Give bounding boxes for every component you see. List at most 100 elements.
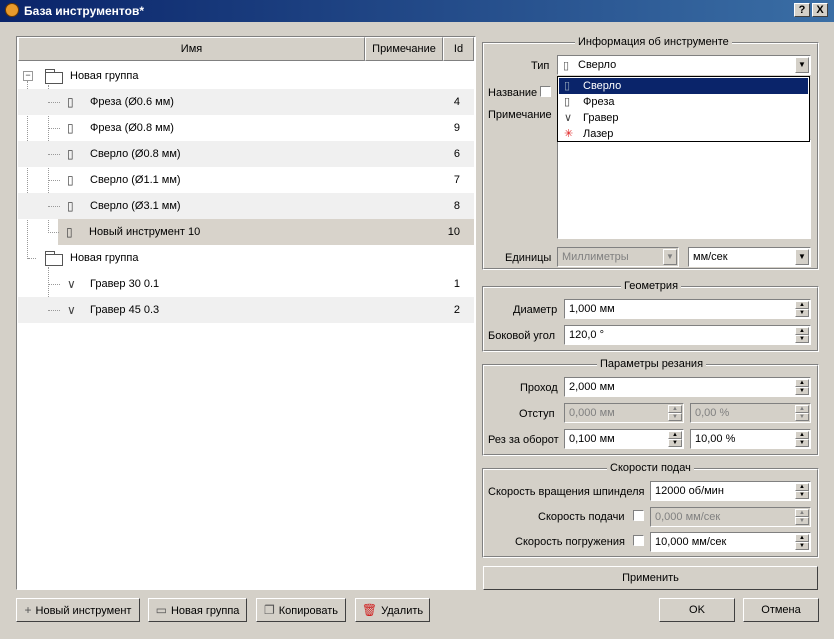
- tree-row[interactable]: ▯ Фреза (Ø0.8 мм) 9: [18, 115, 474, 141]
- title-bar[interactable]: База инструментов* ? X: [0, 0, 834, 22]
- copy-icon: ❐: [264, 603, 275, 617]
- chevron-down-icon[interactable]: ▼: [795, 57, 809, 73]
- diameter-spinner[interactable]: ▲ ▼: [795, 301, 809, 317]
- tool-id: 8: [453, 200, 460, 212]
- tree-group-row[interactable]: − Новая группа: [18, 63, 474, 89]
- ok-button[interactable]: OK: [659, 598, 735, 622]
- copy-button[interactable]: ❐ Копировать: [256, 598, 346, 622]
- tool-label: Фреза (Ø0.8 мм): [90, 122, 174, 134]
- units-select[interactable]: Миллиметры ▼: [557, 247, 679, 267]
- collapse-icon[interactable]: −: [23, 71, 33, 81]
- spindle-speed-spinner[interactable]: ▲ ▼: [795, 483, 809, 499]
- group-title: Геометрия: [621, 280, 682, 292]
- delete-button[interactable]: 🗑 Удалить: [355, 598, 430, 622]
- type-dropdown-list[interactable]: ▯ Сверло ▯ Фреза ∨ Гравер ✳ Лазер: [557, 76, 810, 142]
- note-textarea[interactable]: [557, 139, 811, 239]
- cancel-button[interactable]: Отмена: [743, 598, 819, 622]
- type-label: Тип: [531, 60, 550, 72]
- close-button[interactable]: X: [812, 3, 828, 17]
- type-option-mill[interactable]: ▯ Фреза: [559, 94, 808, 110]
- cut-per-rev-percent-input[interactable]: 10,00 % ▲ ▼: [690, 429, 811, 449]
- type-option-engraver[interactable]: ∨ Гравер: [559, 110, 808, 126]
- speed-units-select[interactable]: мм/сек ▼: [688, 247, 811, 267]
- app-icon: [5, 3, 19, 17]
- new-tool-button[interactable]: + Новый инструмент: [16, 598, 140, 622]
- tool-database-dialog: База инструментов* ? X Имя Примечание Id…: [0, 0, 834, 639]
- diameter-input[interactable]: 1,000 мм ▲ ▼: [564, 299, 811, 319]
- type-select[interactable]: ▯ Сверло ▼: [557, 55, 811, 75]
- pass-input[interactable]: 2,000 мм ▲ ▼: [564, 377, 811, 397]
- plunge-speed-spinner[interactable]: ▲ ▼: [795, 534, 809, 550]
- name-checkbox[interactable]: [540, 86, 551, 97]
- tree-row[interactable]: ∨ Гравер 45 0.3 2: [18, 297, 474, 323]
- feed-speed-checkbox[interactable]: [633, 510, 644, 521]
- group-label: Новая группа: [70, 252, 139, 264]
- group-label: Новая группа: [70, 70, 139, 82]
- tool-label: Новый инструмент 10: [89, 226, 201, 238]
- engraver-icon: ∨: [564, 112, 573, 124]
- folder-icon: ▭: [155, 603, 167, 617]
- tree-row[interactable]: ∨ Гравер 30 0.1 1: [18, 271, 474, 297]
- help-button[interactable]: ?: [794, 3, 810, 17]
- tool-id: 4: [453, 96, 460, 108]
- chevron-down-icon[interactable]: ▼: [795, 249, 809, 265]
- side-angle-input[interactable]: 120,0 ° ▲ ▼: [564, 325, 811, 345]
- note-label: Примечание: [488, 109, 552, 121]
- feed-speed-label: Скорость подачи: [538, 511, 625, 523]
- tree-row-selected[interactable]: ▯ Новый инструмент 10 10: [58, 219, 474, 245]
- mill-icon: ▯: [564, 96, 571, 108]
- group-title: Информация об инструменте: [575, 36, 732, 48]
- tool-id: 6: [453, 148, 460, 160]
- tree-group-row[interactable]: Новая группа: [18, 245, 474, 271]
- tree-row[interactable]: ▯ Сверло (Ø1.1 мм) 7: [18, 167, 474, 193]
- offset-percent-input: 0,00 % ▲ ▼: [690, 403, 811, 423]
- column-header-id[interactable]: Id: [443, 37, 474, 61]
- drill-icon: ▯: [67, 173, 74, 187]
- units-label: Единицы: [505, 252, 552, 264]
- offset-spinner: ▲ ▼: [668, 405, 682, 421]
- new-group-button[interactable]: ▭ Новая группа: [148, 598, 247, 622]
- tool-label: Сверло (Ø0.8 мм): [90, 148, 181, 160]
- offset-input: 0,000 мм ▲ ▼: [564, 403, 684, 423]
- tool-id: 9: [453, 122, 460, 134]
- tree-row[interactable]: ▯ Сверло (Ø0.8 мм) 6: [18, 141, 474, 167]
- tool-id: 7: [453, 174, 460, 186]
- type-option-laser[interactable]: ✳ Лазер: [559, 126, 808, 142]
- feed-speeds-group: Скорости подач Скорость вращения шпиндел…: [482, 462, 819, 558]
- cut-per-rev-label: Рез за оборот: [488, 434, 559, 446]
- tool-label: Гравер 45 0.3: [90, 304, 160, 316]
- pass-label: Проход: [520, 382, 558, 394]
- tool-label: Сверло (Ø3.1 мм): [90, 200, 181, 212]
- apply-button[interactable]: Применить: [483, 566, 818, 590]
- pass-spinner[interactable]: ▲ ▼: [795, 379, 809, 395]
- cut-per-rev-input[interactable]: 0,100 мм ▲ ▼: [564, 429, 684, 449]
- laser-icon: ✳: [564, 128, 574, 140]
- drill-icon: ▯: [67, 147, 74, 161]
- drill-icon: ▯: [67, 199, 74, 213]
- engraver-icon: ∨: [67, 277, 76, 291]
- window-title: База инструментов*: [24, 4, 145, 18]
- plunge-speed-input[interactable]: 10,000 мм/сек ▲ ▼: [650, 532, 811, 552]
- trash-icon: 🗑: [361, 603, 378, 617]
- side-angle-spinner[interactable]: ▲ ▼: [795, 327, 809, 343]
- tree-row[interactable]: ▯ Сверло (Ø3.1 мм) 8: [18, 193, 474, 219]
- tool-id: 1: [453, 278, 460, 290]
- cut-per-rev-spinner[interactable]: ▲ ▼: [668, 431, 682, 447]
- type-option-drill[interactable]: ▯ Сверло: [559, 78, 808, 94]
- mill-icon: ▯: [66, 225, 73, 239]
- feed-speed-input: 0,000 мм/сек ▲ ▼: [650, 507, 811, 527]
- cut-per-rev-percent-spinner[interactable]: ▲ ▼: [795, 431, 809, 447]
- folder-icon: [45, 251, 63, 266]
- spindle-speed-input[interactable]: 12000 об/мин ▲ ▼: [650, 481, 811, 501]
- column-header-name[interactable]: Имя: [18, 37, 365, 61]
- plus-icon: +: [24, 603, 32, 617]
- geometry-group: Геометрия Диаметр 1,000 мм ▲ ▼ Боковой уг…: [482, 280, 819, 352]
- column-header-note[interactable]: Примечание: [365, 37, 443, 61]
- tool-id: 2: [453, 304, 460, 316]
- plunge-speed-checkbox[interactable]: [633, 535, 644, 546]
- offset-percent-spinner: ▲ ▼: [795, 405, 809, 421]
- tool-tree[interactable]: Имя Примечание Id − Новая группа ▯ Фреза…: [16, 36, 476, 590]
- tree-row[interactable]: ▯ Фреза (Ø0.6 мм) 4: [18, 89, 474, 115]
- engraver-icon: ∨: [67, 303, 76, 317]
- chevron-down-icon: ▼: [663, 249, 677, 265]
